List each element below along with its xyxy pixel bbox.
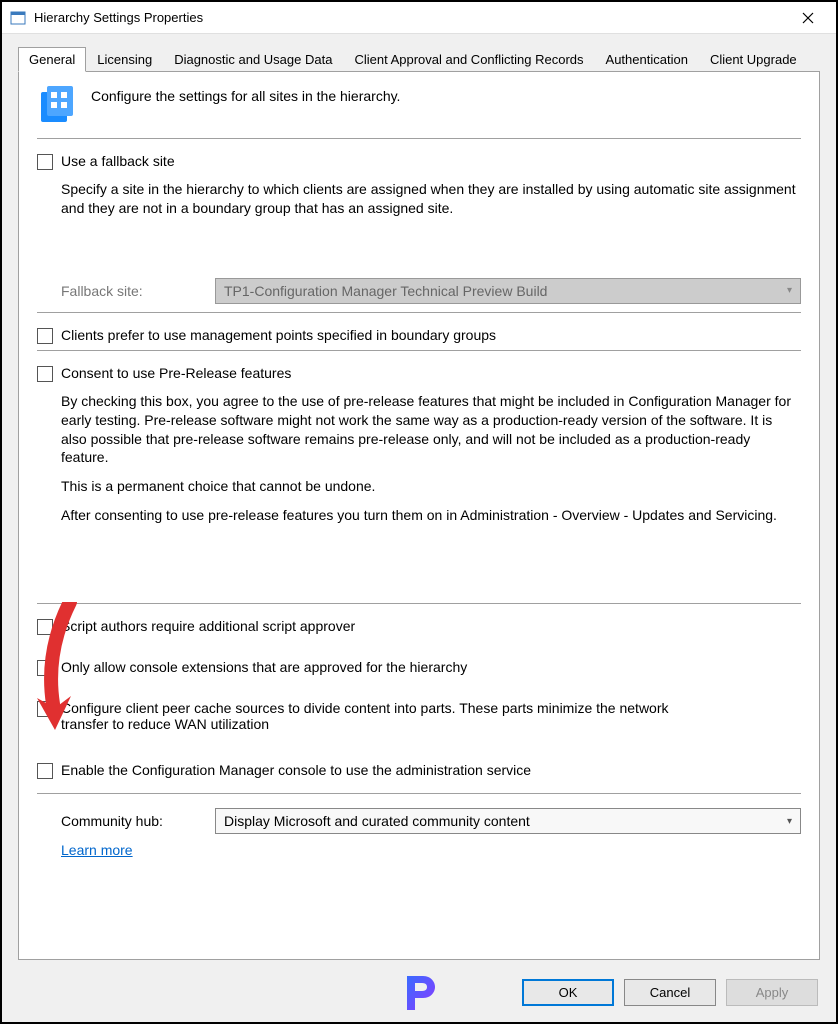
console-ext-checkbox[interactable]: [37, 660, 53, 676]
intro-text: Configure the settings for all sites in …: [91, 88, 400, 104]
fallback-site-select: TP1-Configuration Manager Technical Prev…: [215, 278, 801, 304]
tab-panel-general: Configure the settings for all sites in …: [18, 72, 820, 960]
admin-service-label: Enable the Configuration Manager console…: [61, 762, 531, 778]
divider: [37, 793, 801, 794]
ok-button[interactable]: OK: [522, 979, 614, 1006]
prerelease-label: Consent to use Pre-Release features: [61, 365, 291, 381]
divider: [37, 312, 801, 313]
prerelease-p1: By checking this box, you agree to the u…: [61, 392, 801, 468]
close-button[interactable]: [788, 4, 828, 32]
community-hub-selected: Display Microsoft and curated community …: [224, 813, 530, 829]
cancel-button[interactable]: Cancel: [624, 979, 716, 1006]
community-hub-label: Community hub:: [61, 813, 191, 829]
tab-general[interactable]: General: [18, 47, 86, 72]
chevron-down-icon: ▾: [787, 816, 792, 827]
window-icon: [10, 10, 26, 26]
tab-client-approval[interactable]: Client Approval and Conflicting Records: [343, 47, 594, 72]
script-approver-label: Script authors require additional script…: [61, 618, 355, 634]
watermark-logo-icon: [397, 970, 441, 1014]
fallback-site-field-label: Fallback site:: [61, 283, 191, 299]
tab-strip: General Licensing Diagnostic and Usage D…: [18, 46, 820, 72]
mgmt-points-checkbox[interactable]: [37, 328, 53, 344]
tab-client-upgrade[interactable]: Client Upgrade: [699, 47, 808, 72]
apply-button: Apply: [726, 979, 818, 1006]
learn-more-link[interactable]: Learn more: [61, 842, 133, 858]
script-approver-checkbox[interactable]: [37, 619, 53, 635]
tab-diagnostic[interactable]: Diagnostic and Usage Data: [163, 47, 343, 72]
divider: [37, 603, 801, 604]
prerelease-p3: After consenting to use pre-release feat…: [61, 506, 801, 525]
tab-licensing[interactable]: Licensing: [86, 47, 163, 72]
divider: [37, 138, 801, 139]
divider: [37, 350, 801, 351]
fallback-site-label: Use a fallback site: [61, 153, 175, 169]
fallback-site-selected: TP1-Configuration Manager Technical Prev…: [224, 283, 547, 299]
close-icon: [802, 12, 814, 24]
mgmt-points-label: Clients prefer to use management points …: [61, 327, 496, 343]
dialog-buttons: OK Cancel Apply: [522, 979, 818, 1006]
community-hub-select[interactable]: Display Microsoft and curated community …: [215, 808, 801, 834]
hierarchy-icon: [37, 86, 77, 128]
console-ext-label: Only allow console extensions that are a…: [61, 659, 467, 675]
window-title: Hierarchy Settings Properties: [34, 10, 788, 25]
peer-cache-label: Configure client peer cache sources to d…: [61, 700, 701, 732]
fallback-site-checkbox[interactable]: [37, 154, 53, 170]
tab-authentication[interactable]: Authentication: [595, 47, 699, 72]
admin-service-checkbox[interactable]: [37, 763, 53, 779]
fallback-description: Specify a site in the hierarchy to which…: [61, 180, 801, 218]
chevron-down-icon: ▾: [787, 285, 792, 296]
prerelease-checkbox[interactable]: [37, 366, 53, 382]
titlebar: Hierarchy Settings Properties: [2, 2, 836, 34]
peer-cache-checkbox[interactable]: [37, 701, 53, 717]
prerelease-p2: This is a permanent choice that cannot b…: [61, 477, 801, 496]
